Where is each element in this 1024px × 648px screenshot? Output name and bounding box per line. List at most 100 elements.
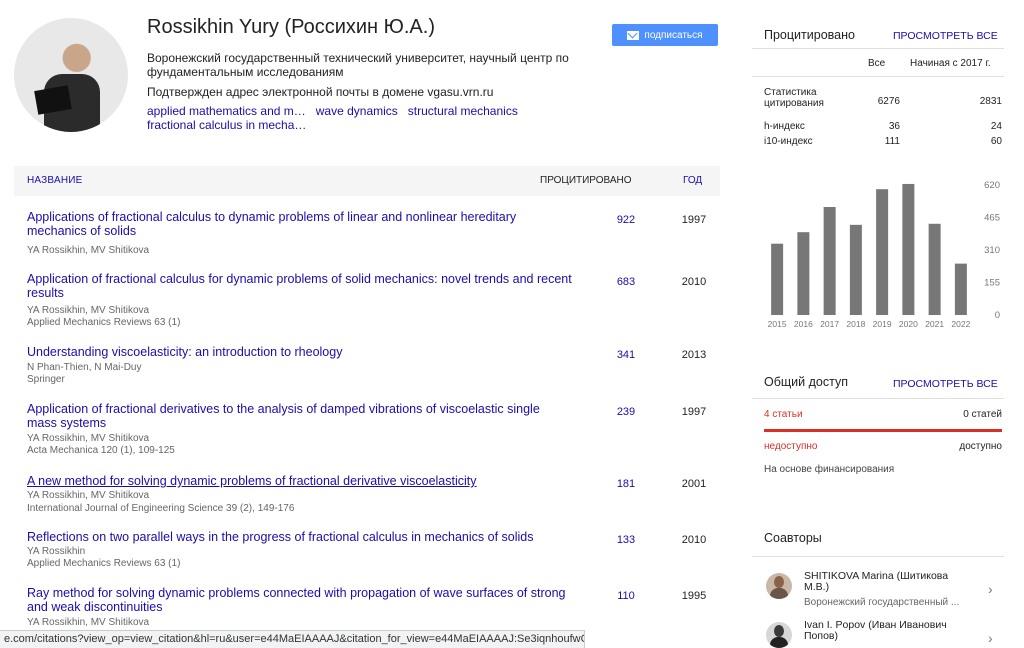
interest-link[interactable]: wave dynamics: [316, 104, 398, 118]
table-row: Application of fractional derivatives to…: [14, 402, 720, 462]
chart-y-tick: 0: [995, 310, 1000, 321]
access-available-label: доступно: [959, 441, 1002, 452]
follow-label: подписаться: [644, 29, 703, 41]
chart-bar-2019[interactable]: [876, 189, 889, 315]
profile-name: Rossikhin Yury (Россихин Ю.А.): [147, 16, 435, 38]
table-row: Reflections on two parallel ways in the …: [14, 530, 720, 575]
article-year: 2013: [681, 349, 707, 361]
chart-x-tick: 2022: [951, 319, 970, 329]
access-title: Общий доступ: [764, 375, 848, 389]
article-authors: YA Rossikhin, MV Shitikova: [27, 617, 150, 628]
access-available-count[interactable]: 0 статей: [940, 409, 1002, 420]
stats-value-all: 111: [884, 136, 900, 147]
chart-x-tick: 2018: [846, 319, 865, 329]
cited-by-title: Процитировано: [764, 28, 855, 42]
divider: [752, 48, 1004, 49]
sort-by-title-link[interactable]: НАЗВАНИЕ: [27, 175, 83, 186]
article-venue: Applied Mechanics Reviews 63 (1): [27, 317, 181, 328]
article-year: 2010: [681, 534, 707, 546]
coauthors-title: Соавторы: [764, 531, 822, 545]
interest-link[interactable]: applied mathematics and m…: [147, 104, 306, 118]
chart-bar-2016[interactable]: [797, 232, 810, 315]
access-funding-note: На основе финансирования: [764, 464, 895, 475]
article-authors: YA Rossikhin, MV Shitikova: [27, 433, 150, 444]
stats-value-all: 36: [888, 121, 900, 132]
article-cited-count[interactable]: 181: [596, 478, 656, 490]
article-authors: YA Rossikhin, MV Shitikova: [27, 305, 150, 316]
article-title-link[interactable]: Reflections on two parallel ways in the …: [27, 530, 572, 544]
article-title-link[interactable]: Ray method for solving dynamic problems …: [27, 586, 572, 614]
follow-button[interactable]: подписаться: [612, 24, 718, 46]
stats-value-since: 24: [990, 121, 1002, 132]
table-row: Ray method for solving dynamic problems …: [14, 586, 720, 630]
profile-affiliation: Воронежский государственный технический …: [147, 51, 569, 79]
profile-avatar[interactable]: [14, 18, 128, 132]
chart-bar-2015[interactable]: [771, 243, 784, 315]
access-view-all-link[interactable]: ПРОСМОТРЕТЬ ВСЕ: [893, 378, 998, 390]
chart-y-tick: 155: [984, 278, 1000, 289]
article-cited-count[interactable]: 341: [596, 349, 656, 361]
coauthor-avatar: [766, 573, 792, 599]
article-title-link[interactable]: Applications of fractional calculus to d…: [27, 210, 572, 238]
article-year: 2001: [681, 478, 707, 490]
avatar-shoulders: [770, 637, 788, 648]
access-unavailable-label: недоступно: [764, 441, 818, 452]
coauthor-item[interactable]: Ivan I. Popov (Иван Иванович Попов) ›: [752, 620, 1010, 648]
article-cited-count[interactable]: 110: [596, 590, 656, 602]
stats-col-since-header: Начиная с 2017 г.: [910, 58, 991, 69]
interest-link[interactable]: fractional calculus in mecha…: [147, 118, 306, 132]
article-authors: YA Rossikhin: [27, 546, 86, 557]
coauthor-avatar: [766, 622, 792, 648]
stats-label: Статистика цитирования: [764, 87, 824, 109]
table-row: Application of fractional calculus for d…: [14, 272, 720, 332]
access-unavailable-count[interactable]: 4 статьи: [764, 409, 803, 420]
sort-by-year-link[interactable]: ГОД: [683, 175, 702, 186]
interest-link[interactable]: structural mechanics: [408, 104, 518, 118]
divider: [752, 398, 1004, 399]
stats-label: h-индекс: [764, 121, 805, 132]
chevron-right-icon: ›: [988, 630, 993, 646]
stats-value-all: 6276: [877, 96, 900, 107]
article-title-link[interactable]: Application of fractional calculus for d…: [27, 272, 572, 300]
chart-bar-2017[interactable]: [823, 207, 836, 315]
profile-header: Rossikhin Yury (Россихин Ю.А.) Воронежск…: [14, 14, 720, 134]
chart-x-tick: 2019: [873, 319, 892, 329]
avatar-head: [774, 625, 784, 637]
status-bar-url: e.com/citations?view_op=view_citation&hl…: [0, 630, 585, 648]
article-cited-count[interactable]: 239: [596, 406, 656, 418]
article-cited-count[interactable]: 922: [596, 214, 656, 226]
article-venue: Springer: [27, 374, 65, 385]
sort-by-cited-link[interactable]: ПРОЦИТИРОВАНО: [540, 175, 632, 186]
chart-x-tick: 2017: [820, 319, 839, 329]
coauthor-name: Ivan I. Popov (Иван Иванович Попов): [804, 619, 947, 642]
chart-bar-2022[interactable]: [954, 263, 967, 315]
article-title-link[interactable]: Understanding viscoelasticity: an introd…: [27, 345, 572, 359]
article-title-link[interactable]: A new method for solving dynamic problem…: [27, 474, 572, 488]
stats-value-since: 60: [990, 136, 1002, 147]
avatar-shoulders: [770, 588, 788, 599]
chart-bar-2018[interactable]: [849, 224, 862, 315]
stats-value-since: 2831: [979, 96, 1002, 107]
chart-bar-2020[interactable]: [902, 183, 915, 315]
article-venue: Acta Mechanica 120 (1), 109-125: [27, 445, 175, 456]
coauthor-item[interactable]: SHITIKOVA Marina (Шитикова М.В.) Воронеж…: [752, 571, 1010, 615]
article-year: 2010: [681, 276, 707, 288]
article-title-link[interactable]: Application of fractional derivatives to…: [27, 402, 572, 430]
article-authors: YA Rossikhin, MV Shitikova: [27, 490, 150, 501]
chart-y-tick: 620: [984, 180, 1000, 191]
article-cited-count[interactable]: 683: [596, 276, 656, 288]
avatar-head: [774, 576, 784, 588]
chart-bar-2021[interactable]: [928, 223, 941, 315]
table-row: A new method for solving dynamic problem…: [14, 474, 720, 519]
chart-x-tick: 2020: [899, 319, 918, 329]
stats-col-all-header: Все: [868, 58, 886, 69]
divider: [752, 76, 1004, 77]
chevron-right-icon: ›: [988, 581, 993, 597]
chart-x-tick: 2016: [794, 319, 813, 329]
articles-table-header: НАЗВАНИЕ ПРОЦИТИРОВАНО ГОД: [14, 166, 720, 196]
article-cited-count[interactable]: 133: [596, 534, 656, 546]
cited-view-all-link[interactable]: ПРОСМОТРЕТЬ ВСЕ: [893, 30, 998, 42]
article-year: 1995: [681, 590, 707, 602]
stats-label: i10-индекс: [764, 136, 813, 147]
chart-y-tick: 465: [984, 213, 1000, 224]
